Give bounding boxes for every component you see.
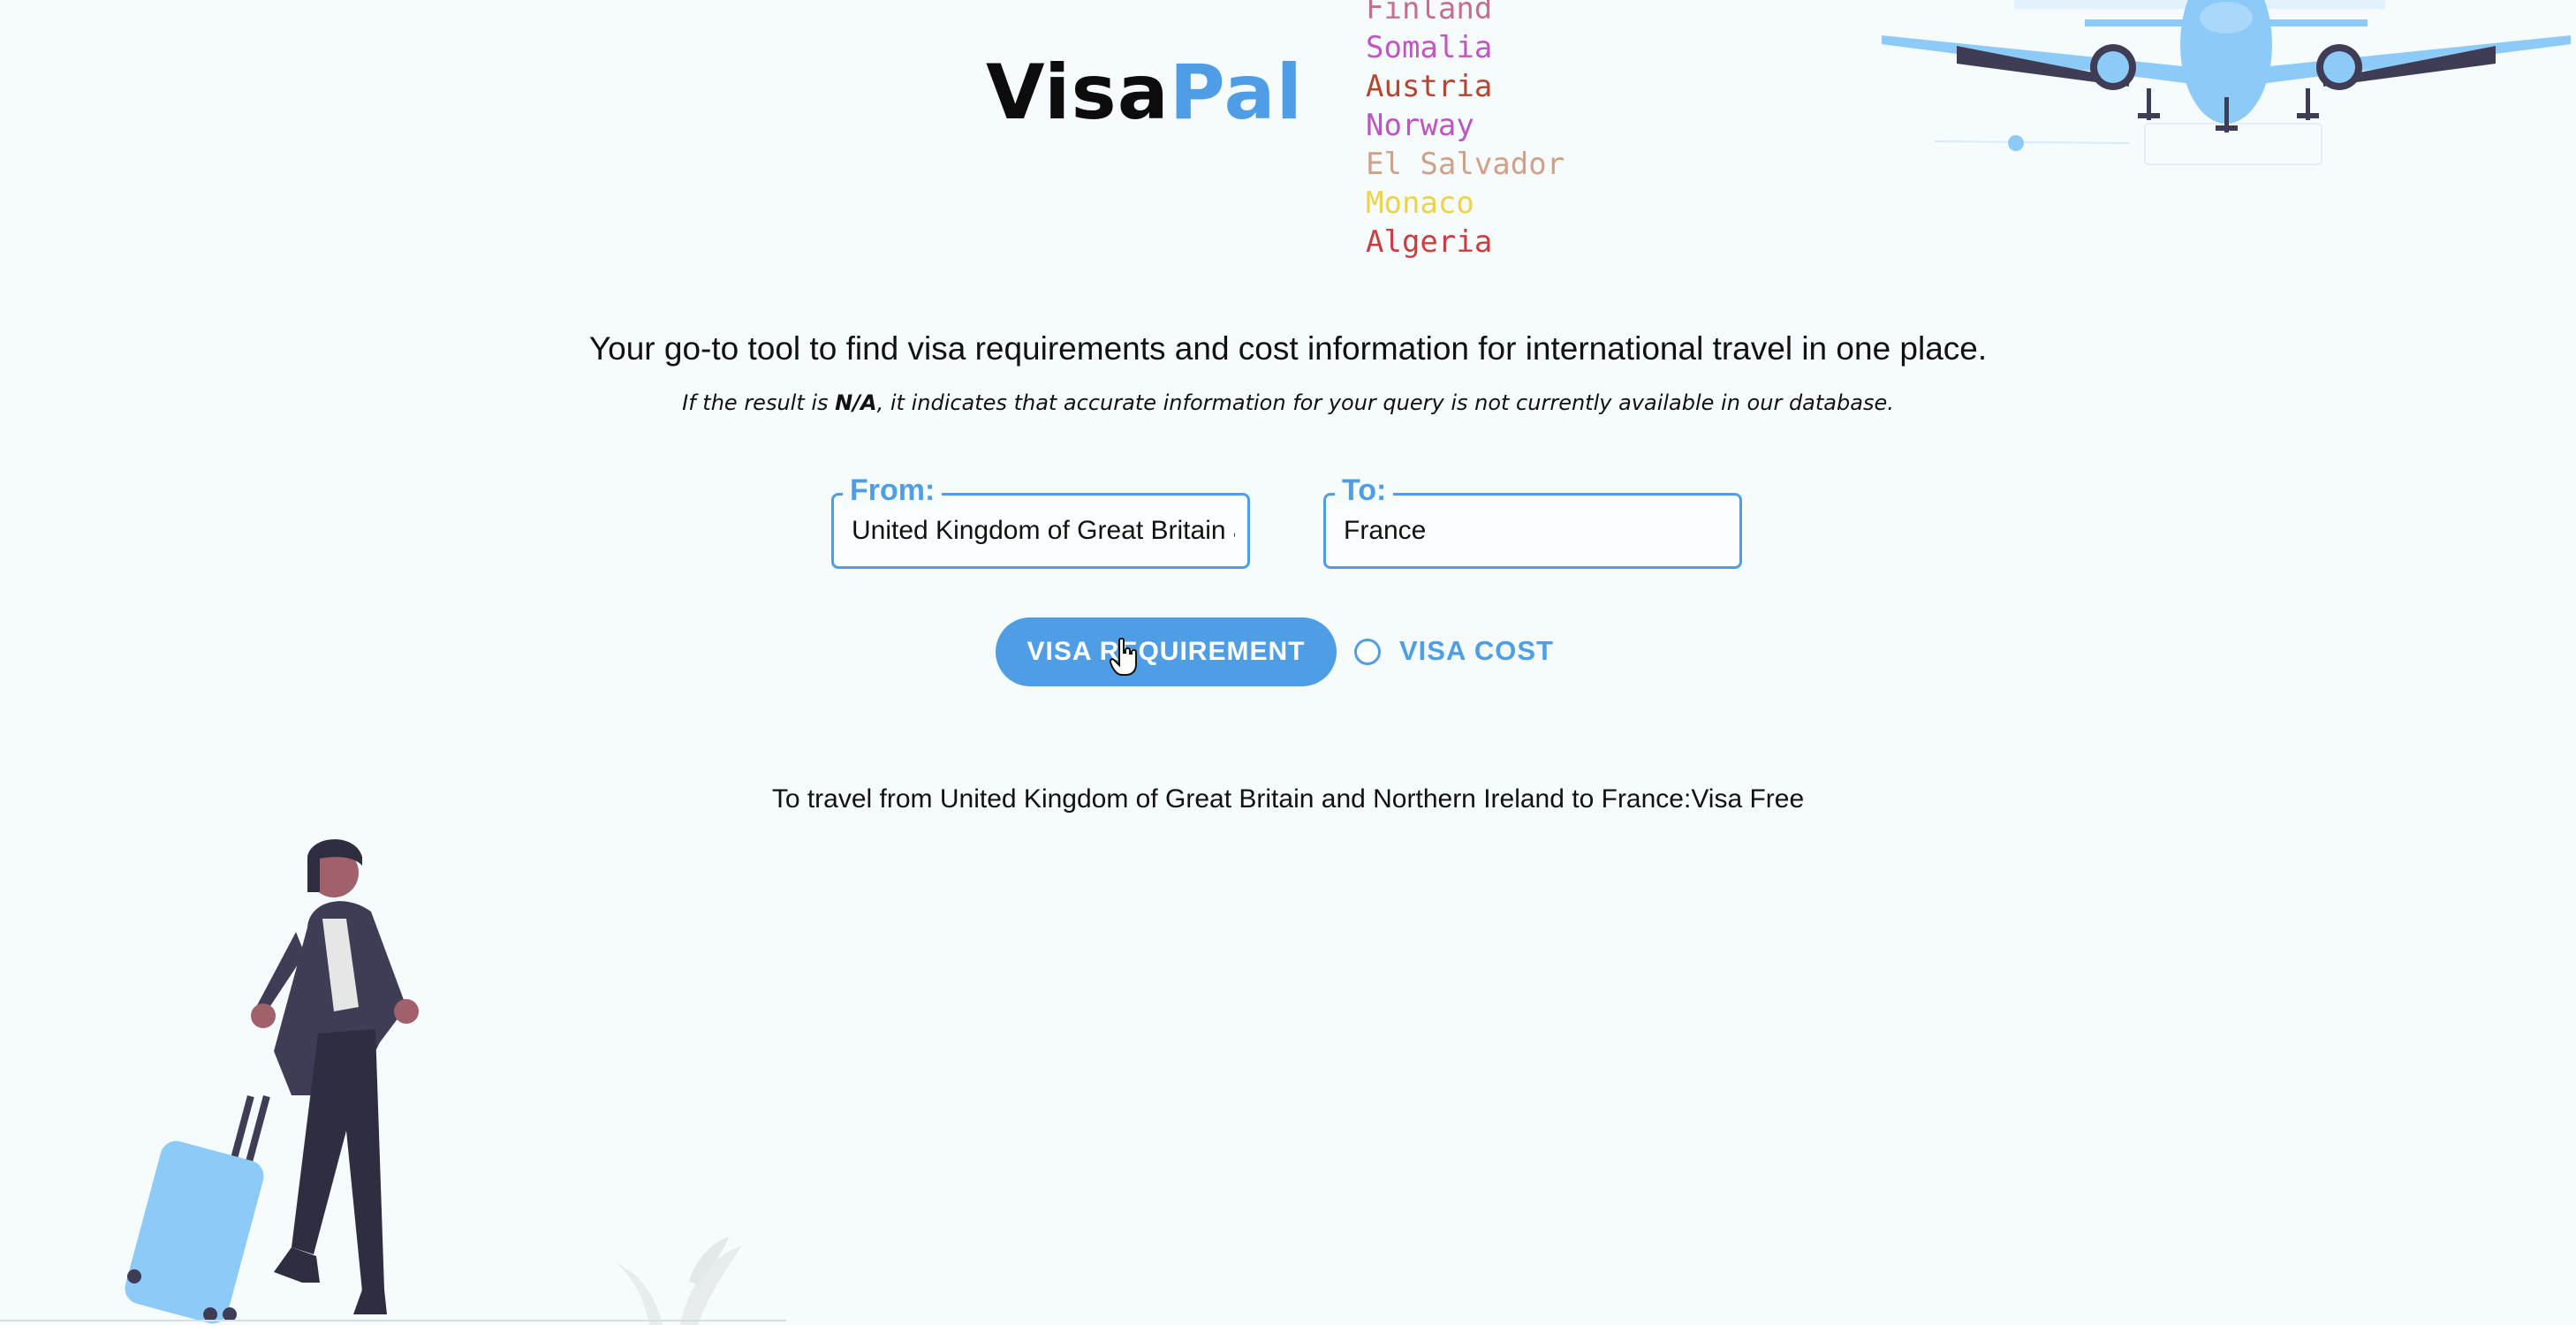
country-item: Finland [1366,0,1493,26]
from-field: From: [831,473,1250,569]
country-item: Monaco [1366,186,1474,221]
tagline: Your go-to tool to find visa requirement… [588,330,1988,367]
country-item: Algeria [1366,224,1493,260]
from-label: From: [843,473,943,508]
visa-cost-label[interactable]: VISA COST [1399,633,1554,669]
note-suffix: , it indicates that accurate information… [876,390,1894,415]
country-item: El Salvador [1366,147,1565,182]
to-label: To: [1335,473,1394,508]
note-na: N/A [835,390,877,415]
country-item: Austria [1366,69,1493,104]
result-text: To travel from United Kingdom of Great B… [771,784,1805,814]
logo-visa: Visa [986,49,1170,137]
suitcase-icon [125,1095,270,1324]
na-note: If the result is N/A, it indicates that … [0,390,2576,415]
to-field: To: [1323,473,1742,569]
rotating-country-list: Finland Somalia Austria Norway El Salvador Mo… [1366,0,1565,261]
visa-cost-radio[interactable] [1354,639,1381,665]
floor-line [0,1320,786,1321]
visa-requirement-button[interactable]: VISA REQUIREMENT [996,617,1337,686]
country-item: Somalia [1366,30,1493,65]
to-input[interactable] [1344,511,1727,550]
logo: VisaPal [986,55,1303,131]
plant-icon [617,1237,742,1325]
note-prefix: If the result is [682,390,836,415]
cursor-hand-icon [1110,638,1137,676]
airplane-icon [1882,0,2571,165]
traveler-illustration [125,839,419,1324]
country-item: Norway [1366,108,1474,143]
logo-pal: Pal [1169,49,1303,137]
from-input[interactable] [852,511,1235,550]
